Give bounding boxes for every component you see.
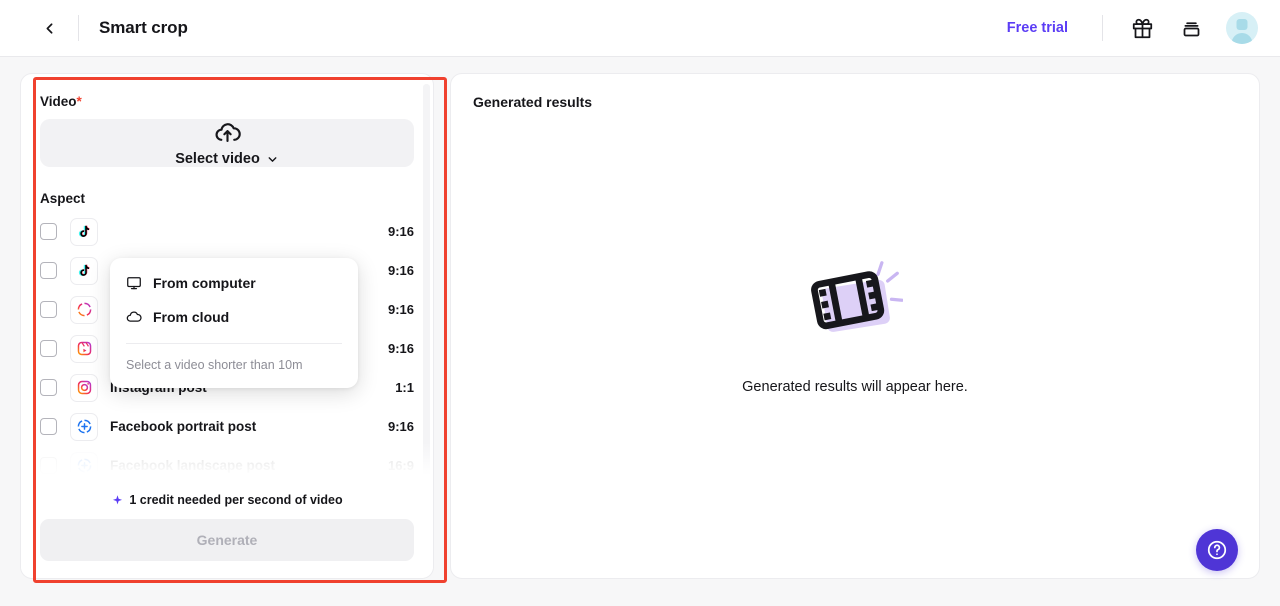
aspect-checkbox[interactable]: [40, 379, 57, 396]
aspect-row-label: Facebook landscape post: [110, 458, 276, 473]
instagram-icon: [70, 373, 98, 402]
facebook-glyph: [77, 419, 91, 434]
facebook-glyph: [77, 458, 91, 473]
select-video-text: Select video: [175, 151, 260, 167]
layers-button[interactable]: [1174, 11, 1208, 45]
instagram-reel-glyph: [77, 341, 91, 356]
facebook-icon: [70, 451, 98, 480]
avatar[interactable]: [1226, 12, 1258, 44]
aspect-section-label: Aspect: [40, 191, 86, 206]
aspect-row-facebook-portrait[interactable]: Facebook portrait post 9:16: [40, 407, 414, 446]
app-header: Smart crop Free trial: [0, 0, 1280, 57]
cloud-upload-icon: [215, 123, 241, 143]
aspect-checkbox[interactable]: [40, 301, 57, 318]
tiktok-icon: [70, 256, 98, 285]
settings-panel: Video* Select video Aspect 9:16 9:16 9:1…: [20, 73, 434, 579]
tiktok-glyph: [78, 264, 90, 276]
generate-button[interactable]: Generate: [40, 519, 414, 561]
instagram-glyph: [77, 380, 91, 395]
aspect-row-value: 9:16: [387, 419, 414, 434]
layers-icon: [1183, 21, 1199, 36]
aspect-checkbox[interactable]: [40, 262, 57, 279]
cloud-icon: [126, 311, 142, 322]
panel-footer: 1 credit needed per second of video Gene…: [21, 484, 433, 578]
facebook-icon: [70, 412, 98, 441]
instagram-story-glyph: [77, 302, 91, 317]
question-circle-icon: [1207, 540, 1227, 560]
aspect-row-value: 9:16: [387, 224, 414, 239]
header-actions: Free trial: [997, 11, 1258, 45]
main-content: Video* Select video Aspect 9:16 9:16 9:1…: [0, 57, 1280, 606]
aspect-row-tiktok-1[interactable]: 9:16: [40, 212, 414, 251]
tiktok-icon: [70, 217, 98, 246]
aspect-row-value: 9:16: [387, 263, 414, 278]
header-divider: [78, 15, 79, 41]
aspect-row-value: 9:16: [387, 302, 414, 317]
sparkle-icon: [113, 494, 123, 504]
aspect-row-label: Facebook portrait post: [110, 419, 257, 434]
required-asterisk: *: [76, 94, 82, 109]
results-empty-text: Generated results will appear here.: [742, 379, 968, 395]
results-panel: Generated results Generated results will…: [450, 73, 1260, 579]
aspect-checkbox[interactable]: [40, 223, 57, 240]
help-button[interactable]: [1196, 529, 1238, 571]
avatar-body: [1231, 33, 1253, 44]
dropdown-hint: Select a video shorter than 10m: [126, 358, 303, 372]
aspect-row-value: 9:16: [387, 341, 414, 356]
panel-scrollbar-thumb[interactable]: [423, 84, 430, 234]
instagram-story-icon: [70, 295, 98, 324]
header-divider-2: [1102, 15, 1103, 41]
chevron-down-icon: [268, 156, 277, 162]
aspect-row-facebook-landscape[interactable]: Facebook landscape post 16:9: [40, 446, 414, 484]
instagram-reel-icon: [70, 334, 98, 363]
aspect-row-value: 1:1: [395, 380, 414, 395]
avatar-head: [1236, 19, 1248, 30]
aspect-checkbox[interactable]: [40, 418, 57, 435]
aspect-row-value: 16:9: [387, 458, 414, 473]
dropdown-item-label: From cloud: [153, 309, 230, 325]
gift-icon: [1132, 18, 1152, 38]
aspect-checkbox[interactable]: [40, 457, 57, 474]
video-field-label: Video*: [40, 94, 414, 109]
credit-note: 1 credit needed per second of video: [40, 484, 414, 519]
gift-button[interactable]: [1125, 11, 1159, 45]
chevron-left-icon: [46, 22, 52, 34]
results-empty-state: Generated results will appear here.: [451, 74, 1259, 578]
credit-note-text: 1 credit needed per second of video: [129, 493, 343, 507]
select-video-dropzone[interactable]: Select video: [40, 119, 414, 167]
select-video-label: Select video: [175, 151, 279, 167]
video-label-text: Video: [40, 94, 77, 109]
monitor-icon: [127, 277, 141, 290]
dropdown-item-label: From computer: [153, 275, 256, 291]
film-strip-icon: [811, 261, 903, 332]
free-trial-button[interactable]: Free trial: [997, 14, 1078, 42]
dropdown-item-from-computer[interactable]: From computer: [110, 266, 358, 300]
tiktok-glyph: [78, 225, 90, 237]
back-button[interactable]: [34, 13, 64, 43]
dropdown-item-from-cloud[interactable]: From cloud: [110, 300, 358, 334]
page-title: Smart crop: [99, 18, 188, 37]
select-video-dropdown: From computer From cloud Select a video …: [110, 258, 358, 388]
aspect-checkbox[interactable]: [40, 340, 57, 357]
